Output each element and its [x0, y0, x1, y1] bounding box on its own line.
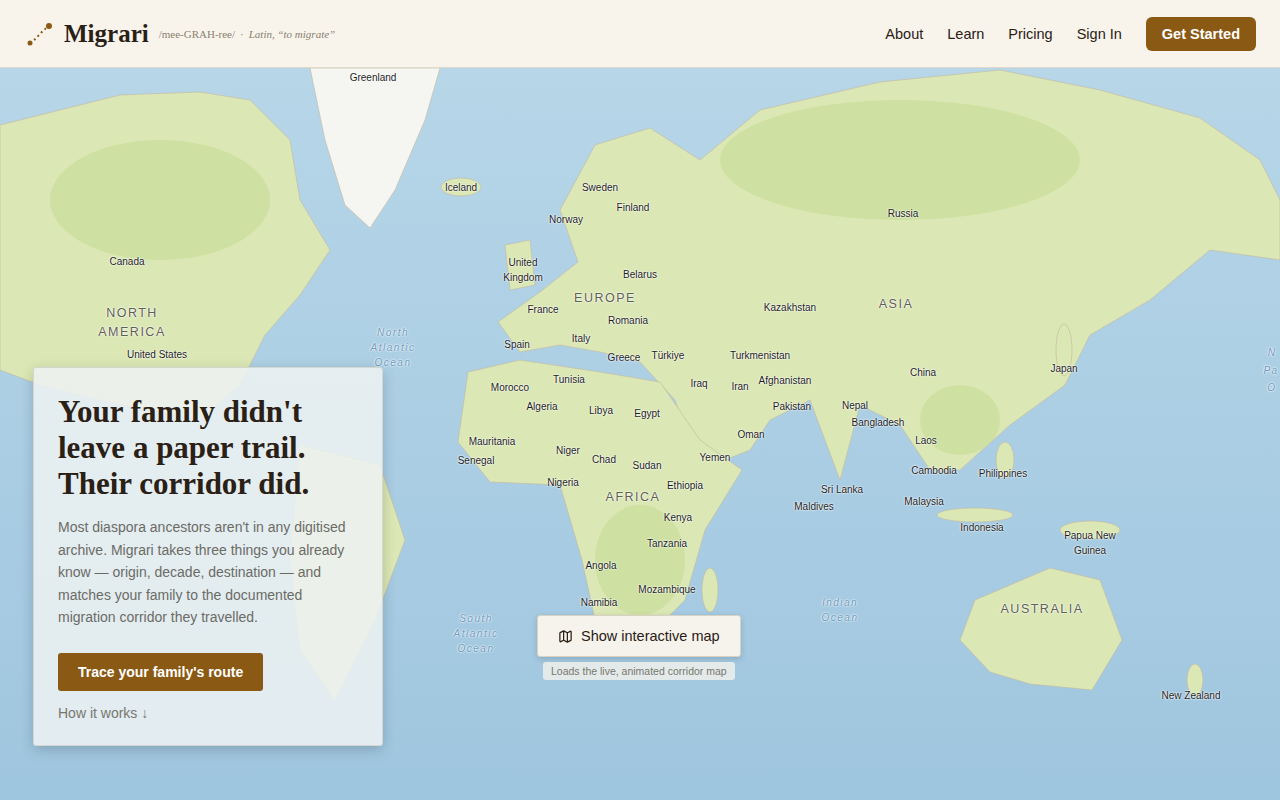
map-label: Nepal [842, 398, 868, 413]
map-label: Norway [549, 212, 583, 227]
map-label: North Atlantic Ocean [371, 325, 416, 370]
how-it-works-link[interactable]: How it works ↓ [58, 705, 358, 721]
hero-card: Your family didn't leave a paper trail. … [33, 367, 383, 746]
map-area: Greenland Iceland Sweden Finland Norway Russi… [0, 68, 1280, 800]
brand-name[interactable]: Migrari [64, 20, 149, 48]
map-label: Greenland [350, 70, 397, 85]
nav-link[interactable]: Sign In [1077, 26, 1122, 42]
map-label: Cambodia [911, 463, 957, 478]
map-label: Ethiopia [667, 478, 703, 493]
map-label: AFRICA [606, 488, 661, 507]
map-label: Türkiye [652, 348, 685, 363]
map-label: Turkmenistan [730, 348, 790, 363]
map-label: Canada [109, 254, 144, 269]
map-label: Malaysia [904, 494, 943, 509]
map-label: Philippines [979, 466, 1027, 481]
map-label: Kazakhstan [764, 300, 816, 315]
map-label: Nigeria [547, 475, 579, 490]
map-icon [558, 629, 573, 644]
map-label: EUROPE [574, 289, 636, 308]
map-label: Kenya [664, 510, 692, 525]
map-label: Libya [589, 403, 613, 418]
map-label: Finland [617, 200, 650, 215]
map-label: Afghanistan [759, 373, 812, 388]
brand[interactable]: Migrari/mee-GRAH-ree/·Latin, “to migrate… [26, 20, 335, 48]
map-label: Sweden [582, 180, 618, 195]
map-label: NORTH AMERICA [98, 304, 165, 342]
map-label: Indian Ocean [822, 595, 859, 625]
map-label: China [910, 365, 936, 380]
brand-meta: /mee-GRAH-ree/·Latin, “to migrate” [159, 28, 336, 40]
map-label: Romania [608, 313, 648, 328]
map-label: Tanzania [647, 536, 687, 551]
map-label: Pa [1263, 363, 1278, 378]
nav-link[interactable]: About [885, 26, 923, 42]
map-label: Namibia [581, 595, 618, 610]
map-label: Chad [592, 452, 616, 467]
map-label: Maldives [794, 499, 833, 514]
map-label: Egypt [634, 406, 660, 421]
map-label: Morocco [491, 380, 529, 395]
map-label: Algeria [526, 399, 557, 414]
map-label: Pakistan [773, 399, 811, 414]
map-label: Bangladesh [852, 415, 905, 430]
map-label: Sudan [633, 458, 662, 473]
get-started-button[interactable]: Get Started [1146, 17, 1256, 51]
nav-link[interactable]: Learn [947, 26, 984, 42]
map-label: Mozambique [638, 582, 695, 597]
map-label: Sri Lanka [821, 482, 863, 497]
map-label: Mauritania [469, 434, 516, 449]
nav-link[interactable]: Pricing [1008, 26, 1052, 42]
map-label: ASIA [879, 295, 914, 314]
map-label: Greece [608, 350, 641, 365]
map-toggle: Show interactive map Loads the live, anim… [537, 615, 741, 680]
map-label: Angola [585, 558, 616, 573]
map-label: Japan [1050, 361, 1077, 376]
map-label: France [527, 302, 558, 317]
map-label: Russia [888, 206, 919, 221]
map-label: South Atlantic Ocean [454, 611, 499, 656]
hero-title: Your family didn't leave a paper trail. … [58, 394, 358, 502]
map-label: Papua New Guinea [1058, 528, 1122, 558]
page: Migrari/mee-GRAH-ree/·Latin, “to migrate… [0, 0, 1280, 800]
map-label: United States [127, 347, 187, 362]
main-nav: About Learn Pricing Sign In Get Started [885, 17, 1256, 51]
map-label: United Kingdom [497, 255, 549, 285]
route-logo-icon [26, 20, 54, 48]
map-label: Indonesia [960, 520, 1003, 535]
map-label: O [1267, 380, 1276, 395]
map-label: Oman [737, 427, 764, 442]
trace-route-button[interactable]: Trace your family's route [58, 653, 263, 691]
map-caption: Loads the live, animated corridor map [543, 662, 735, 680]
map-label: Senegal [458, 453, 495, 468]
map-label: New Zealand [1162, 688, 1221, 703]
map-label: Italy [572, 331, 590, 346]
map-label: Niger [556, 443, 580, 458]
map-label: Yemen [700, 450, 731, 465]
map-label: Iran [731, 379, 748, 394]
hero-body: Most diaspora ancestors aren't in any di… [58, 516, 358, 629]
map-label: Laos [915, 433, 937, 448]
map-label: AUSTRALIA [1001, 600, 1084, 619]
map-label: Belarus [623, 267, 657, 282]
site-header: Migrari/mee-GRAH-ree/·Latin, “to migrate… [0, 0, 1280, 68]
map-label: N [1268, 345, 1277, 360]
map-label: Iceland [445, 180, 477, 195]
map-label: Iraq [690, 376, 707, 391]
show-map-button[interactable]: Show interactive map [537, 615, 741, 657]
map-label: Spain [504, 337, 530, 352]
map-label: Tunisia [553, 372, 585, 387]
